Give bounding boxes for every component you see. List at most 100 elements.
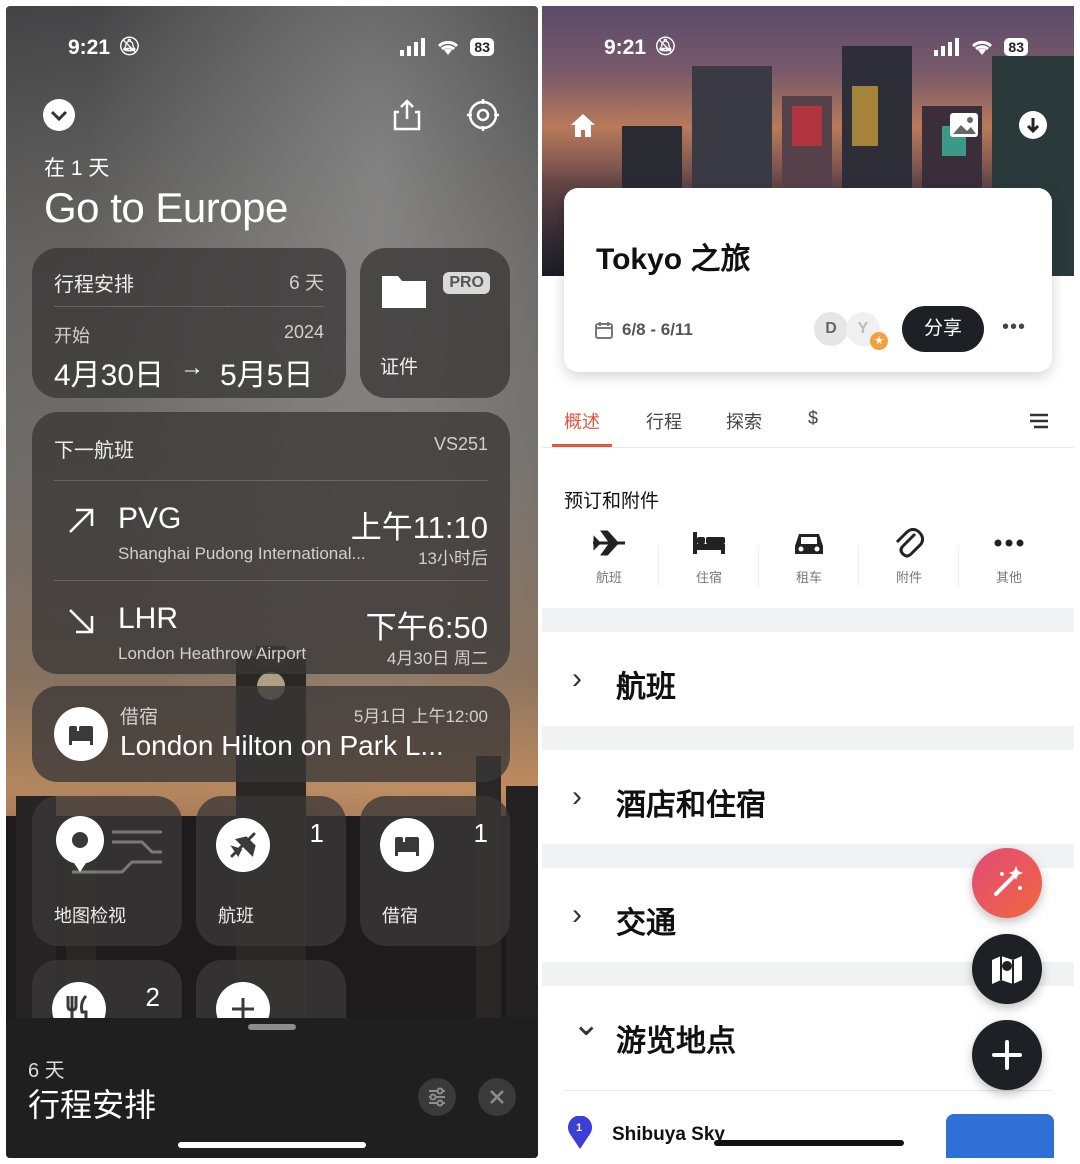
bed-icon xyxy=(54,707,108,761)
add-button[interactable] xyxy=(972,1020,1042,1090)
start-label: 开始 xyxy=(54,326,90,346)
wifi-icon xyxy=(972,40,993,55)
arrival-arrow-icon xyxy=(69,609,94,634)
cellular-signal-icon xyxy=(400,38,426,56)
chevron-down-icon: ⌄ xyxy=(572,1005,601,1043)
tile-flights[interactable]: 1 航班 xyxy=(196,796,346,946)
section-flights[interactable]: › 航班 xyxy=(542,632,1074,726)
chevron-right-icon: › xyxy=(572,662,582,695)
home-indicator[interactable] xyxy=(178,1142,366,1148)
chevron-right-icon: › xyxy=(572,780,582,813)
section-label: 酒店和住宿 xyxy=(616,789,766,822)
arrival-airport-name: London Heathrow Airport xyxy=(118,644,307,663)
flight-code: VS251 xyxy=(433,434,488,454)
documents-card[interactable]: PRO 证件 xyxy=(360,248,510,398)
tab-overview[interactable]: 概述 xyxy=(564,408,600,434)
schedule-days: 6 天 xyxy=(289,273,324,294)
divider xyxy=(54,580,488,581)
wifi-icon xyxy=(438,40,459,55)
departure-airport-code: PVG xyxy=(118,502,182,535)
tile-lodging[interactable]: 1 借宿 xyxy=(360,796,510,946)
more-options-icon[interactable]: ••• xyxy=(1002,316,1026,339)
booking-label: 租车 xyxy=(795,570,822,585)
next-flight-card[interactable]: 下一航班 VS251 PVG 上午11:10 Shanghai Pudong I… xyxy=(32,412,510,674)
tab-budget[interactable]: $ xyxy=(808,408,818,429)
sheet-grabber[interactable] xyxy=(248,1024,296,1030)
left-phone-screen: 9:21 🔕︎ 83 在 1 天 Go to Europe 行程安排 6 天 开… xyxy=(6,6,538,1158)
status-time: 9:21 xyxy=(604,36,647,59)
paperclip-icon xyxy=(895,528,925,558)
ai-magic-button[interactable] xyxy=(972,848,1042,918)
status-bar: 9:21 🔕︎ 83 xyxy=(542,36,1074,66)
more-icon xyxy=(994,539,1024,547)
menu-icon[interactable] xyxy=(1028,412,1050,430)
tile-label: 地图检视 xyxy=(54,906,126,926)
bed-icon xyxy=(380,818,434,872)
tile-label: 航班 xyxy=(218,906,254,926)
arrival-airport-code: LHR xyxy=(118,602,179,635)
divider xyxy=(564,1090,1052,1091)
share-button[interactable]: 分享 xyxy=(902,306,984,352)
section-gap xyxy=(542,726,1074,750)
divider xyxy=(958,546,959,586)
settings-gear-button[interactable] xyxy=(466,98,500,132)
sheet-days: 6 天 xyxy=(28,1060,65,1082)
lodging-card[interactable]: 借宿 5月1日 上午12:00 London Hilton on Park L.… xyxy=(32,686,510,782)
share-button[interactable] xyxy=(390,98,424,132)
chevron-right-icon: › xyxy=(572,898,582,931)
departure-arrow-icon xyxy=(69,508,94,533)
departure-airport-name: Shanghai Pudong International... xyxy=(118,544,366,563)
section-label: 航班 xyxy=(616,671,676,704)
bell-slash-icon: 🔕︎ xyxy=(118,36,141,56)
lodging-datetime: 5月1日 上午12:00 xyxy=(353,707,488,726)
schedule-card[interactable]: 行程安排 6 天 开始 2024 4月30日 → 5月5日 xyxy=(32,248,346,398)
collapse-chevron-button[interactable] xyxy=(42,98,76,132)
right-phone-screen: 9:21 🔕︎ 83 Tokyo 之旅 6/8 - 6/11 D Y ★ 分享 … xyxy=(542,6,1074,1158)
range-end-date: 5月5日 xyxy=(220,359,314,392)
section-label: 游览地点 xyxy=(616,1025,736,1058)
place-thumbnail[interactable] xyxy=(946,1114,1054,1158)
section-hotels[interactable]: › 酒店和住宿 xyxy=(542,750,1074,844)
divider xyxy=(54,480,488,481)
booking-label: 附件 xyxy=(895,570,922,585)
star-badge-icon: ★ xyxy=(870,332,888,350)
booking-car[interactable]: 租车 xyxy=(774,528,844,586)
divider xyxy=(658,546,659,586)
tile-count: 1 xyxy=(309,818,324,848)
change-cover-image-icon[interactable] xyxy=(948,110,980,140)
calendar-icon xyxy=(595,322,613,339)
tab-itinerary[interactable]: 行程 xyxy=(646,408,682,434)
magic-wand-icon xyxy=(994,866,1023,896)
tile-map-view[interactable]: 地图检视 xyxy=(32,796,182,946)
sliders-icon xyxy=(429,1087,445,1107)
schedule-card-title: 行程安排 xyxy=(54,274,134,296)
trip-dates: 6/8 - 6/11 xyxy=(622,320,693,339)
close-button[interactable] xyxy=(478,1078,516,1116)
bottom-sheet[interactable]: 6 天 行程安排 xyxy=(6,1018,538,1158)
tab-explore[interactable]: 探索 xyxy=(726,408,762,434)
booking-attachment[interactable]: 附件 xyxy=(874,528,944,586)
filter-sliders-button[interactable] xyxy=(418,1078,456,1116)
tile-label: 借宿 xyxy=(382,906,418,926)
tile-count: 2 xyxy=(145,982,160,1012)
tile-count: 1 xyxy=(473,818,488,848)
download-icon[interactable] xyxy=(1018,110,1048,140)
home-icon[interactable] xyxy=(568,110,598,140)
bed-icon xyxy=(693,532,725,554)
arrival-date: 4月30日 周二 xyxy=(386,649,488,668)
booking-flight[interactable]: 航班 xyxy=(574,528,644,586)
tab-bar: 概述 行程 探索 $ xyxy=(542,396,1074,448)
lodging-label: 借宿 xyxy=(120,707,159,728)
departure-time: 上午11:10 xyxy=(350,510,488,545)
map-view-button[interactable] xyxy=(972,934,1042,1004)
divider xyxy=(54,306,324,307)
avatar[interactable]: D xyxy=(814,312,848,346)
booking-lodging[interactable]: 住宿 xyxy=(674,528,744,586)
trip-title: Tokyo 之旅 xyxy=(596,243,751,276)
status-bar: 9:21 🔕︎ 83 xyxy=(6,36,538,66)
start-year: 2024 xyxy=(283,322,324,342)
home-indicator[interactable] xyxy=(714,1140,904,1146)
booking-other[interactable]: 其他 xyxy=(974,528,1044,586)
divider xyxy=(758,546,759,586)
place-name[interactable]: Shibuya Sky xyxy=(612,1124,725,1146)
